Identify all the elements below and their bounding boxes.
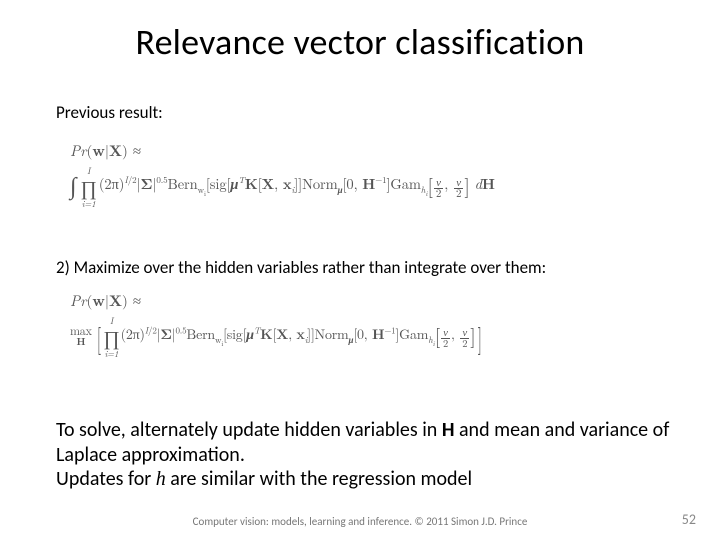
equation-2: Pr(w|X) ≈ maxH[∏Ii=1(2π)I/2|Σ|0.5Bernwi[… <box>70 290 690 357</box>
label-step-2: 2) Maximize over the hidden variables ra… <box>56 257 546 278</box>
equation-1: Pr(w|X) ≈ ∫∏Ii=1(2π)I/2|Σ|0.5Bernwi[sig[… <box>70 140 670 201</box>
symbol-H: H <box>442 418 455 442</box>
body-paragraph: To solve, alternately update hidden vari… <box>56 418 671 492</box>
equation-2-lhs: Pr(w|X) ≈ <box>70 290 690 311</box>
symbol-h: h <box>156 468 166 490</box>
para-text-1: To solve, alternately update hidden vari… <box>56 418 442 442</box>
label-previous-result: Previous result: <box>56 102 163 123</box>
footer-text: Computer vision: models, learning and in… <box>0 515 720 528</box>
equation-2-rhs: maxH[∏Ii=1(2π)I/2|Σ|0.5Bernwi[sig[μTK[X,… <box>70 317 690 357</box>
equation-1-lhs: Pr(w|X) ≈ <box>70 140 670 161</box>
page-number: 52 <box>682 511 696 528</box>
para-text-4: are similar with the regression model <box>166 467 472 491</box>
page-title: Relevance vector classification <box>0 20 720 64</box>
para-text-3: Updates for <box>56 467 156 491</box>
equation-1-rhs: ∫∏Ii=1(2π)I/2|Σ|0.5Bernwi[sig[μTK[X, xi]… <box>70 167 670 201</box>
slide: Relevance vector classification Previous… <box>0 0 720 540</box>
